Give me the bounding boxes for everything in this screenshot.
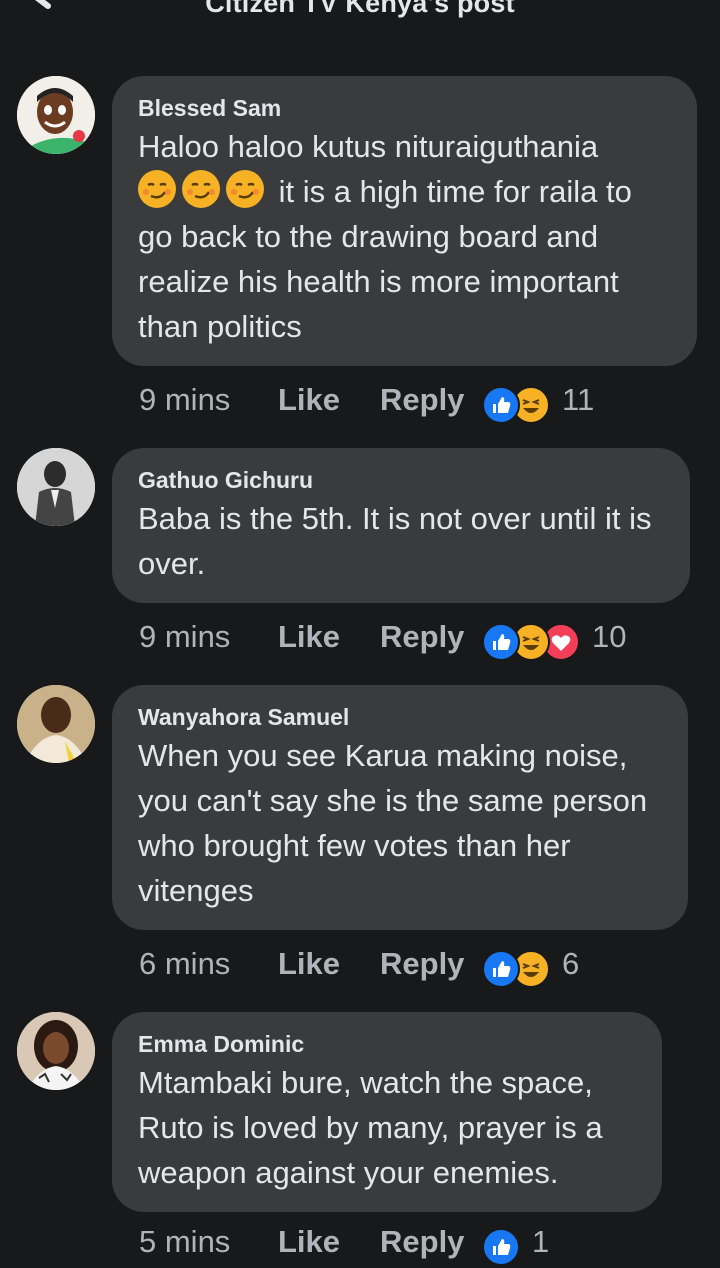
comment-text: Haloo haloo kutus nituraiguthania it is … — [138, 124, 671, 349]
reply-button[interactable]: Reply — [380, 382, 464, 418]
like-button[interactable]: Like — [278, 1224, 340, 1260]
comment-author[interactable]: Blessed Sam — [138, 96, 671, 120]
like-button[interactable]: Like — [278, 946, 340, 982]
comment-text-segment: it is a high time for raila to — [278, 174, 632, 209]
smirk-emoji-icon — [138, 170, 176, 208]
avatar[interactable] — [17, 1012, 95, 1090]
comment-text: Baba is the 5th. It is not over until it… — [138, 501, 652, 581]
avatar[interactable] — [17, 448, 95, 526]
comment-time: 6 mins — [139, 946, 231, 981]
smirk-emoji-icon — [226, 170, 264, 208]
comment-time: 9 mins — [139, 382, 231, 417]
reaction-count: 11 — [562, 382, 595, 417]
reply-button[interactable]: Reply — [380, 946, 464, 982]
like-icon — [482, 386, 520, 424]
like-icon — [482, 950, 520, 988]
reaction-count: 10 — [592, 619, 627, 654]
reply-button[interactable]: Reply — [380, 1224, 464, 1260]
avatar[interactable] — [17, 76, 95, 154]
comment-bubble: Gathuo Gichuru Baba is the 5th. It is no… — [112, 448, 690, 603]
comment-time: 9 mins — [139, 619, 231, 654]
page-title: Citizen TV Kenya's post — [205, 0, 515, 18]
comment-author[interactable]: Gathuo Gichuru — [138, 468, 664, 492]
top-bar: Citizen TV Kenya's post — [0, 0, 720, 40]
comment-bubble: Wanyahora Samuel When you see Karua maki… — [112, 685, 688, 930]
like-button[interactable]: Like — [278, 382, 340, 418]
comment-text-line: Haloo haloo kutus nituraiguthania — [138, 129, 599, 164]
reaction-count: 6 — [562, 946, 580, 981]
like-icon — [482, 623, 520, 661]
comment-text: When you see Karua making noise, you can… — [138, 738, 648, 908]
reaction-count: 1 — [532, 1224, 550, 1259]
like-button[interactable]: Like — [278, 619, 340, 655]
avatar[interactable] — [17, 685, 95, 763]
comment-bubble: Emma Dominic Mtambaki bure, watch the sp… — [112, 1012, 662, 1212]
comment-author[interactable]: Wanyahora Samuel — [138, 705, 662, 729]
comment-bubble: Blessed Sam Haloo haloo kutus nituraigut… — [112, 76, 697, 366]
comment-time: 5 mins — [139, 1224, 231, 1259]
smirk-emoji-icon — [182, 170, 220, 208]
comment-author[interactable]: Emma Dominic — [138, 1032, 636, 1056]
comment-text: Mtambaki bure, watch the space, Ruto is … — [138, 1065, 603, 1190]
like-icon — [482, 1228, 520, 1266]
reply-button[interactable]: Reply — [380, 619, 464, 655]
comment-text-line: it is a high time for raila to — [138, 169, 671, 214]
comment-text-line: go back to the drawing board and realize… — [138, 219, 619, 344]
